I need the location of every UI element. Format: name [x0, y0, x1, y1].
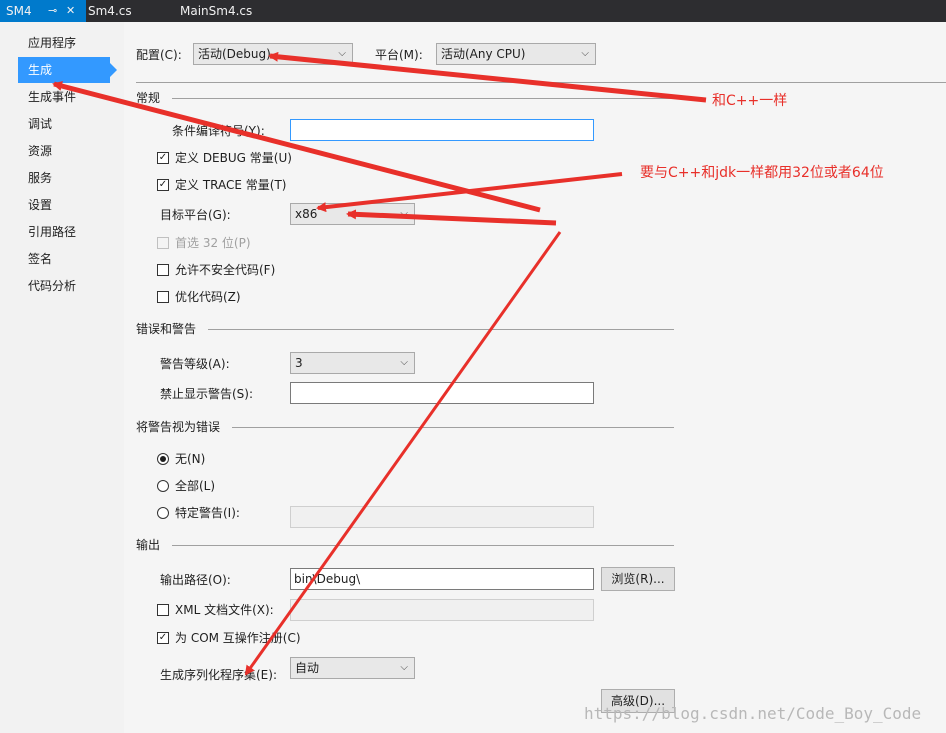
arrow-to-target-platform-b [346, 209, 557, 226]
annotation-note-bitness: 要与C++和jdk一样都用32位或者64位 [640, 165, 884, 181]
watermark: https://blog.csdn.net/Code_Boy_Code [584, 704, 922, 723]
annotation-note-same-as-cpp: 和C++一样 [712, 93, 788, 109]
annotation-arrows [52, 51, 707, 676]
arrow-to-config [268, 51, 707, 103]
arrow-to-build-tab [52, 81, 541, 213]
arrow-to-serialization [244, 231, 562, 676]
